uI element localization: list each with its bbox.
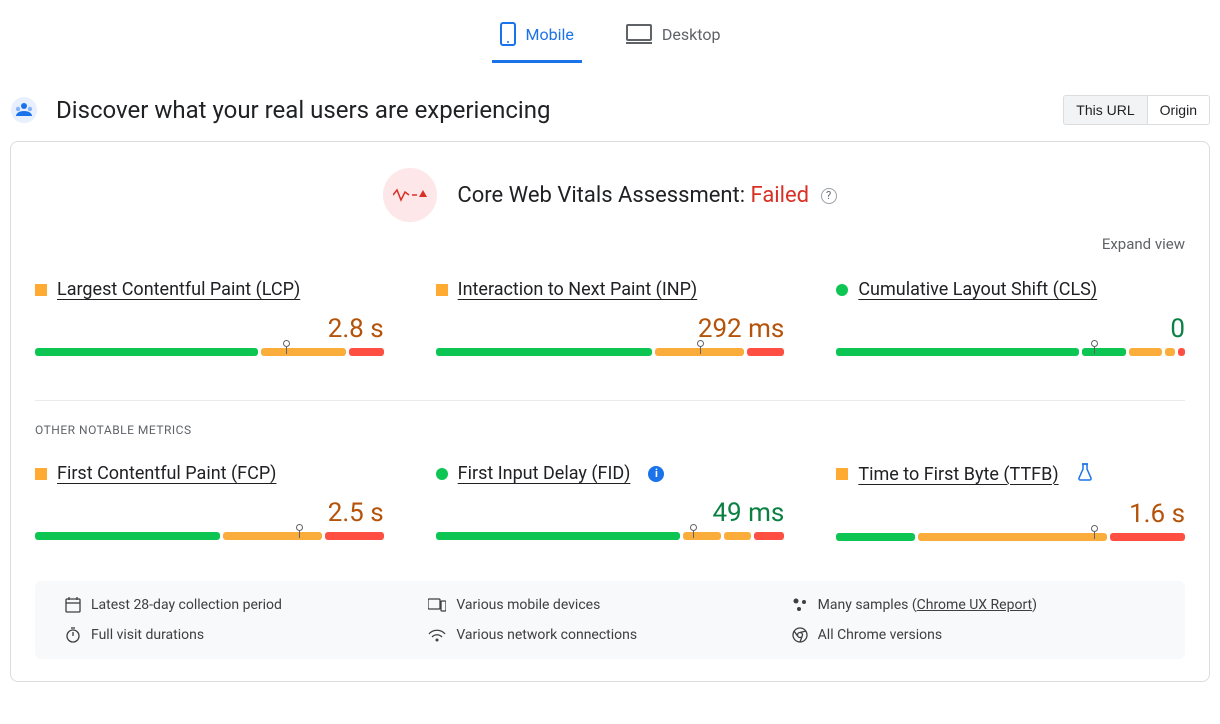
ttfb-indicator-icon	[836, 468, 848, 480]
fcp-indicator-icon	[35, 468, 47, 480]
footer-versions: All Chrome versions	[792, 627, 1155, 643]
failed-icon	[393, 188, 427, 202]
fcp-bar	[35, 532, 384, 540]
metric-fcp: First Contentful Paint (FCP) 2.5 s	[35, 463, 384, 541]
divider	[35, 400, 1185, 401]
assessment-badge	[383, 168, 437, 222]
fid-indicator-icon	[436, 468, 448, 480]
fid-bar	[436, 532, 785, 540]
info-icon[interactable]: i	[648, 466, 664, 482]
stopwatch-icon	[65, 627, 81, 643]
footer-connections: Various network connections	[428, 627, 791, 643]
other-metrics-label: OTHER NOTABLE METRICS	[35, 423, 1185, 437]
users-icon	[10, 96, 38, 124]
footer-devices: Various mobile devices	[428, 597, 791, 613]
url-origin-toggle: This URL Origin	[1063, 95, 1210, 125]
inp-indicator-icon	[436, 284, 448, 296]
other-metrics-row: First Contentful Paint (FCP) 2.5 s First…	[35, 463, 1185, 541]
fid-name[interactable]: First Input Delay (FID)	[458, 463, 631, 484]
inp-name[interactable]: Interaction to Next Paint (INP)	[458, 279, 698, 300]
samples-icon	[792, 597, 808, 613]
expand-view-link[interactable]: Expand view	[1102, 235, 1185, 253]
cls-bar	[836, 348, 1185, 356]
calendar-icon	[65, 597, 81, 613]
fcp-name[interactable]: First Contentful Paint (FCP)	[57, 463, 276, 484]
devices-icon	[428, 598, 446, 612]
footer-period: Latest 28-day collection period	[65, 597, 428, 613]
tab-mobile-label: Mobile	[526, 25, 574, 44]
metric-fid: First Input Delay (FID) i 49 ms	[436, 463, 785, 541]
tab-mobile[interactable]: Mobile	[492, 10, 582, 63]
inp-bar	[436, 348, 785, 356]
page-title: Discover what your real users are experi…	[56, 96, 550, 124]
device-tabs: Mobile Desktop	[10, 10, 1210, 63]
fcp-value: 2.5 s	[35, 498, 384, 528]
flask-icon[interactable]	[1077, 463, 1093, 485]
ttfb-name[interactable]: Time to First Byte (TTFB)	[858, 464, 1058, 485]
footer-durations: Full visit durations	[65, 627, 428, 643]
toggle-this-url[interactable]: This URL	[1064, 96, 1146, 124]
desktop-icon	[626, 24, 652, 44]
header-row: Discover what your real users are experi…	[10, 95, 1210, 125]
cls-value: 0	[836, 314, 1185, 344]
ttfb-value: 1.6 s	[836, 499, 1185, 529]
crux-link[interactable]: Chrome UX Report	[917, 597, 1032, 613]
ttfb-bar	[836, 533, 1185, 541]
cls-indicator-icon	[836, 284, 848, 296]
inp-value: 292 ms	[436, 314, 785, 344]
metric-cls: Cumulative Layout Shift (CLS) 0	[836, 279, 1185, 356]
chrome-icon	[792, 627, 808, 643]
metric-lcp: Largest Contentful Paint (LCP) 2.8 s	[35, 279, 384, 356]
assessment-title: Core Web Vitals Assessment: Failed ?	[457, 183, 836, 208]
cwv-metrics-row: Largest Contentful Paint (LCP) 2.8 s Int…	[35, 279, 1185, 356]
fid-value: 49 ms	[436, 498, 785, 528]
metric-ttfb: Time to First Byte (TTFB) 1.6 s	[836, 463, 1185, 541]
assessment-card: Core Web Vitals Assessment: Failed ? Exp…	[10, 141, 1210, 682]
toggle-origin[interactable]: Origin	[1147, 96, 1209, 124]
tab-desktop-label: Desktop	[662, 25, 721, 44]
help-icon[interactable]: ?	[821, 188, 837, 204]
assessment-label: Core Web Vitals Assessment:	[457, 183, 750, 208]
metric-inp: Interaction to Next Paint (INP) 292 ms	[436, 279, 785, 356]
footer-info: Latest 28-day collection period Various …	[35, 581, 1185, 659]
lcp-indicator-icon	[35, 284, 47, 296]
cls-name[interactable]: Cumulative Layout Shift (CLS)	[858, 279, 1097, 300]
mobile-icon	[500, 22, 516, 46]
assessment-status: Failed	[751, 183, 810, 208]
tab-desktop[interactable]: Desktop	[618, 10, 729, 63]
lcp-bar	[35, 348, 384, 356]
cwv-header: Core Web Vitals Assessment: Failed ?	[35, 168, 1185, 222]
lcp-value: 2.8 s	[35, 314, 384, 344]
network-icon	[428, 628, 446, 642]
footer-samples: Many samples (Chrome UX Report)	[792, 597, 1155, 613]
lcp-name[interactable]: Largest Contentful Paint (LCP)	[57, 279, 300, 300]
